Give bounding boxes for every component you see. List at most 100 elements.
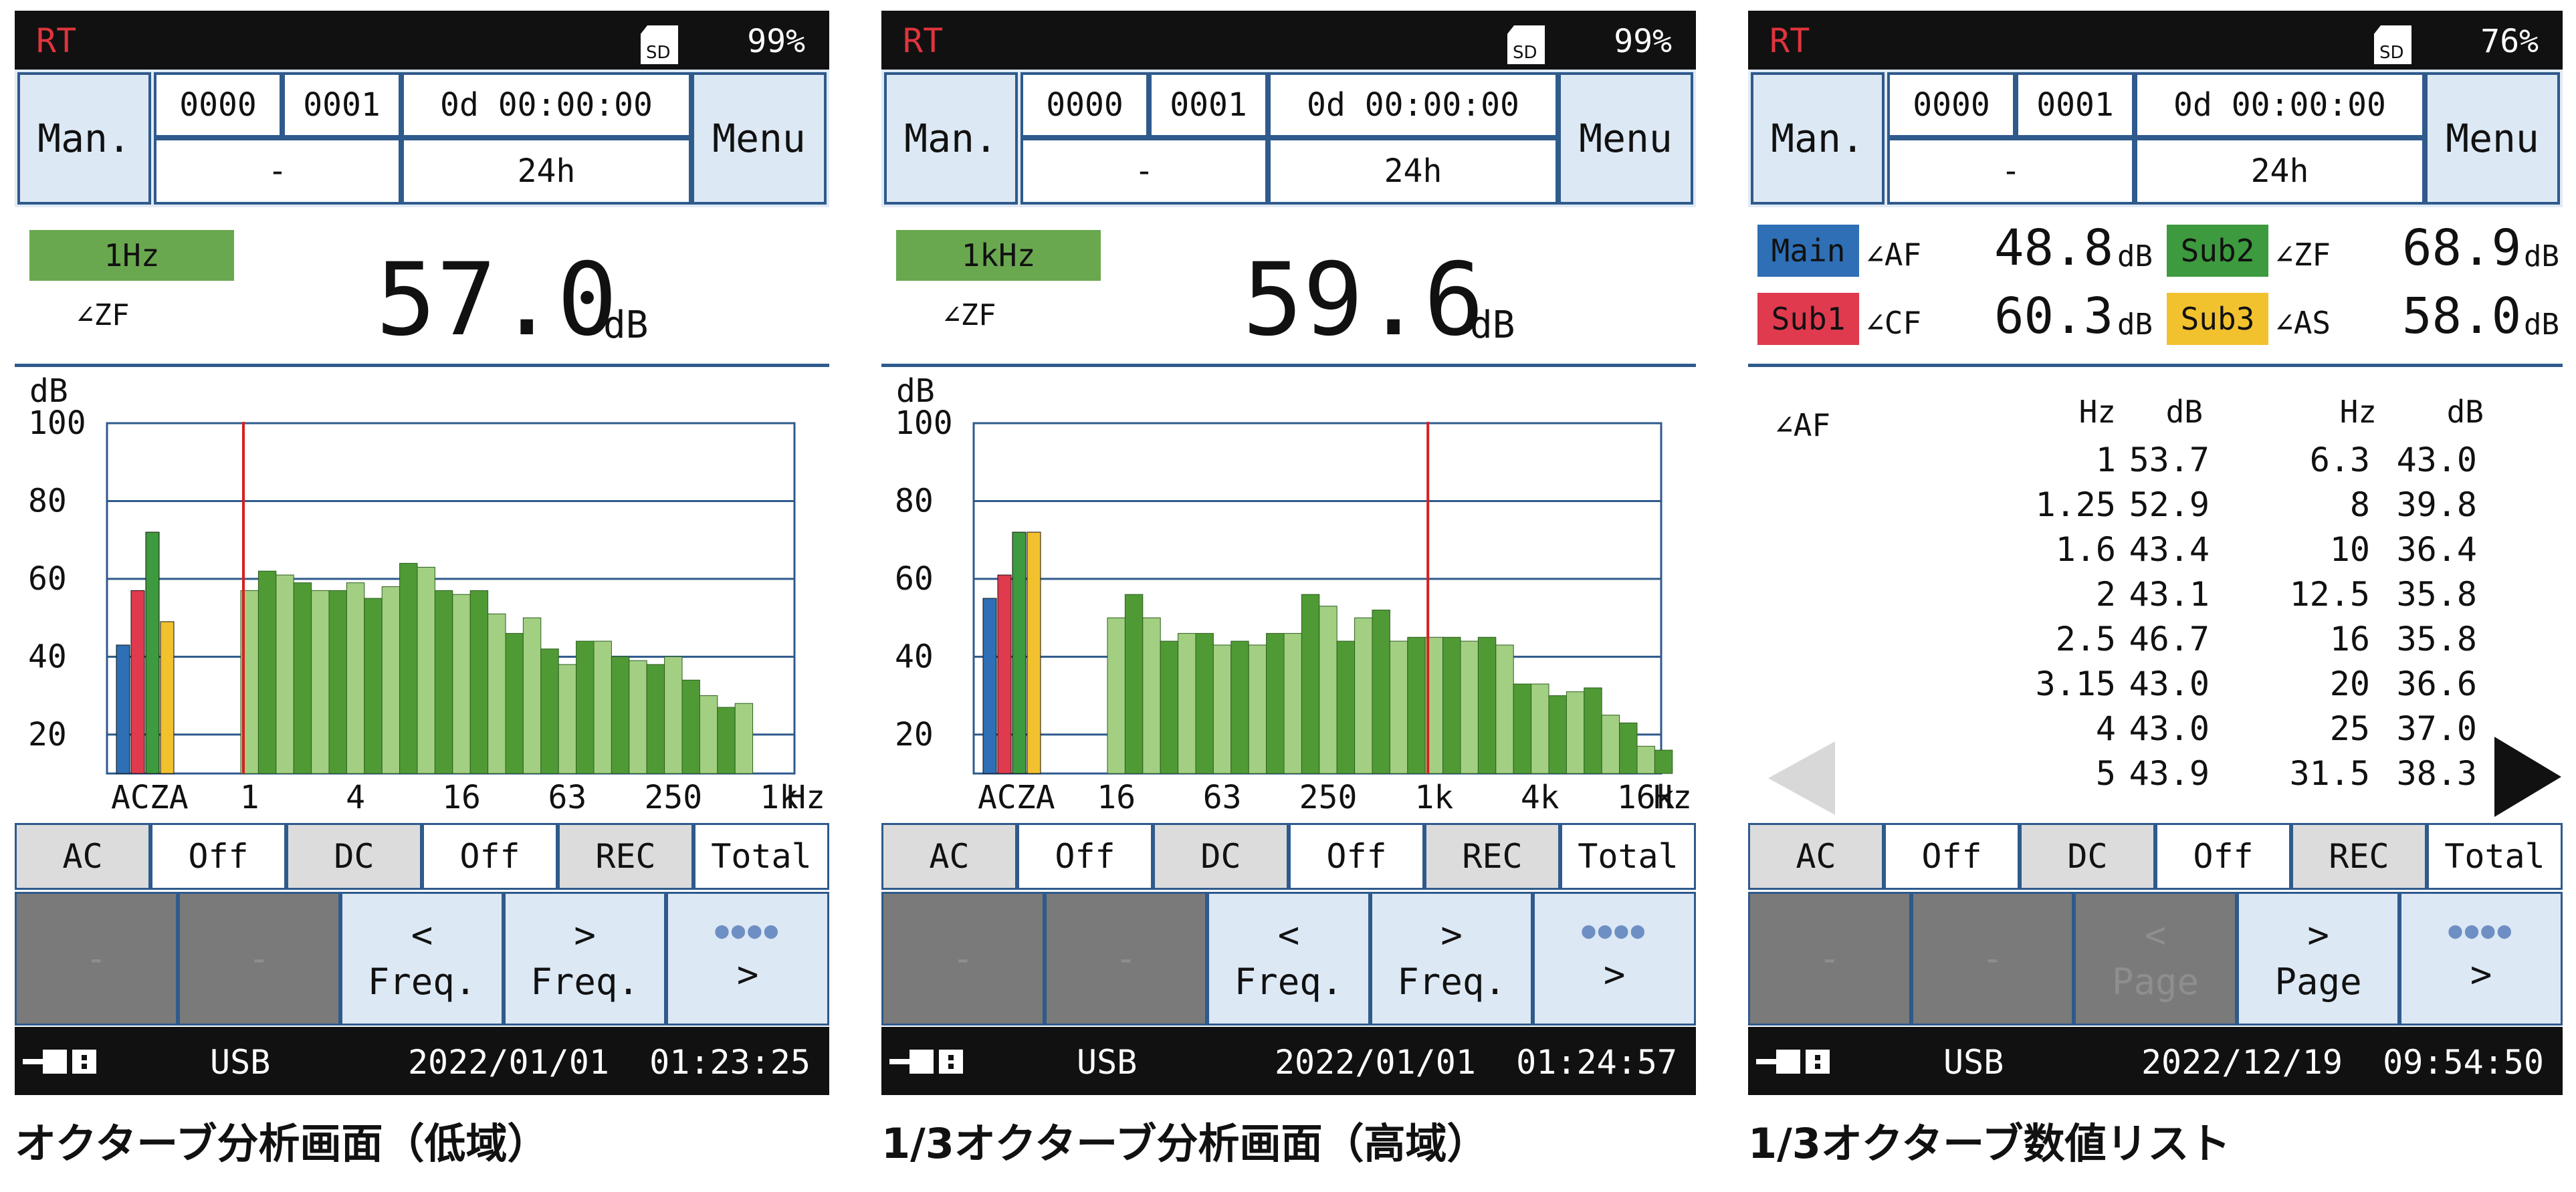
page-next-button[interactable]: ●●●● > xyxy=(2399,892,2563,1026)
usb-label: USB xyxy=(1077,1043,1138,1082)
overall-bar-a xyxy=(1027,531,1041,774)
function-keys: - - < Page > Page ●●●● > xyxy=(1748,892,2563,1026)
f1-key[interactable]: - xyxy=(881,892,1045,1026)
band-bar xyxy=(522,617,542,774)
band-bar xyxy=(488,613,506,774)
datetime: 2022/01/01 01:23:25 xyxy=(407,1043,811,1082)
f1-label: - xyxy=(85,937,108,979)
band-bar xyxy=(1601,715,1620,774)
y-tick-label: 60 xyxy=(895,560,934,598)
band-bar xyxy=(364,598,383,774)
rec-label: REC xyxy=(558,823,693,890)
x-unit-label: Hz xyxy=(786,779,825,816)
counter-cell-1: 0000 xyxy=(1887,72,2016,138)
function-keys: - - < Freq. > Freq. ●●●● > xyxy=(15,892,829,1026)
band-label: 1Hz xyxy=(29,230,234,281)
prev-page-arrow-icon[interactable] xyxy=(1768,741,1835,815)
hz-header-1: Hz xyxy=(2078,394,2116,430)
dc-value: Off xyxy=(1289,823,1424,890)
page-dots-icon: ●●●● xyxy=(1582,917,1648,944)
hz-header-2: Hz xyxy=(2339,394,2377,430)
man-button[interactable]: Man. xyxy=(17,72,151,205)
x-tick-label: 63 xyxy=(548,779,587,816)
band-bar xyxy=(1372,609,1390,774)
counter-cell-2: 0001 xyxy=(2016,72,2135,138)
band-bar xyxy=(381,586,401,774)
sub3-weighting: ∠AS xyxy=(2275,305,2331,341)
band-bar xyxy=(1142,617,1161,774)
band-bar xyxy=(734,703,754,774)
band-bar xyxy=(276,574,294,774)
y-tick-label: 100 xyxy=(28,404,86,442)
menu-button[interactable]: Menu xyxy=(2425,72,2560,205)
band-bar xyxy=(1319,606,1337,774)
f2-label: - xyxy=(1981,937,2004,979)
man-button[interactable]: Man. xyxy=(1751,72,1885,205)
band-bar xyxy=(1124,594,1144,774)
band-bar xyxy=(1636,745,1655,774)
prev-freq-button[interactable]: < Freq. xyxy=(340,892,504,1026)
sub1-weighting: ∠CF xyxy=(1866,305,1922,341)
x-tick-label: 16 xyxy=(1097,779,1136,816)
counter-cell-1: 0000 xyxy=(154,72,282,138)
page-next-button[interactable]: ●●●● > xyxy=(666,892,829,1026)
readings-panel: Main ∠AF 48.8 dB Sub2 ∠ZF 68.9 dB Sub1 ∠… xyxy=(1748,210,2563,367)
level-value: 57.0 xyxy=(376,242,618,358)
band-bar xyxy=(681,679,700,774)
overall-bar-z xyxy=(145,531,160,774)
weighting-label: ∠ZF xyxy=(943,298,996,332)
band-bar xyxy=(629,660,647,774)
usb-label: USB xyxy=(1943,1043,2004,1082)
band-bar xyxy=(452,594,471,774)
f2-key[interactable]: - xyxy=(1911,892,2074,1026)
ac-value: Off xyxy=(150,823,286,890)
band-bar xyxy=(1230,640,1249,774)
counter-cell-1: 0000 xyxy=(1021,72,1149,138)
sub2-unit: dB xyxy=(2524,239,2559,273)
band-bar xyxy=(1336,640,1356,774)
f1-key[interactable]: - xyxy=(1748,892,1911,1026)
level-unit: dB xyxy=(1470,304,1515,347)
overall-bar-c xyxy=(997,574,1012,774)
battery-level: 99% xyxy=(1614,23,1672,60)
band-bar xyxy=(469,590,489,774)
overall-bar-a xyxy=(116,644,130,774)
band-bar xyxy=(1477,636,1497,774)
level-unit: dB xyxy=(603,304,649,347)
f2-label: - xyxy=(1115,937,1137,979)
f2-key[interactable]: - xyxy=(1044,892,1208,1026)
band-bar xyxy=(505,632,524,774)
band-bar xyxy=(1195,632,1214,774)
f1-key[interactable]: - xyxy=(15,892,178,1026)
next-page-label: Page xyxy=(2274,961,2362,1003)
y-tick-label: 100 xyxy=(895,404,953,442)
top-status-bar: RT SD 76% xyxy=(1748,11,2563,70)
sub2-weighting: ∠ZF xyxy=(2275,237,2331,273)
status-row: AC Off DC Off REC Total xyxy=(1748,823,2563,890)
prev-freq-button[interactable]: < Freq. xyxy=(1207,892,1370,1026)
next-arrow: > xyxy=(2307,913,2329,956)
screen-octave-low: RT SD 99% Man. 0000 0001 0d 00:00:00 - 2… xyxy=(15,11,829,1095)
f2-key[interactable]: - xyxy=(177,892,341,1026)
sub3-tag: Sub3 xyxy=(2167,293,2268,345)
db-header-1: dB xyxy=(2165,394,2203,430)
next-freq-button[interactable]: > Freq. xyxy=(503,892,667,1026)
next-page-arrow-icon[interactable] xyxy=(2494,737,2561,817)
x-tick-label: 16 xyxy=(442,779,481,816)
menu-button[interactable]: Menu xyxy=(691,72,827,205)
main-tag: Main xyxy=(1757,225,1859,277)
hz-column-1: 1 1.25 1.6 2 2.5 3.15 4 5 xyxy=(2035,441,2116,793)
menu-button[interactable]: Menu xyxy=(1558,72,1693,205)
ac-label: AC xyxy=(881,823,1017,890)
next-page-button[interactable]: > Page xyxy=(2236,892,2400,1026)
period-cell: 24h xyxy=(401,138,691,205)
man-button[interactable]: Man. xyxy=(884,72,1018,205)
elapsed-time: 0d 00:00:00 xyxy=(401,72,691,138)
page-next-button[interactable]: ●●●● > xyxy=(1533,892,1696,1026)
list-weighting: ∠AF xyxy=(1775,407,1831,443)
prev-page-button[interactable]: < Page xyxy=(2074,892,2237,1026)
sub2-tag: Sub2 xyxy=(2167,225,2268,277)
rec-value: Total xyxy=(1560,823,1696,890)
next-freq-button[interactable]: > Freq. xyxy=(1370,892,1533,1026)
next-arrow: > xyxy=(574,913,596,956)
